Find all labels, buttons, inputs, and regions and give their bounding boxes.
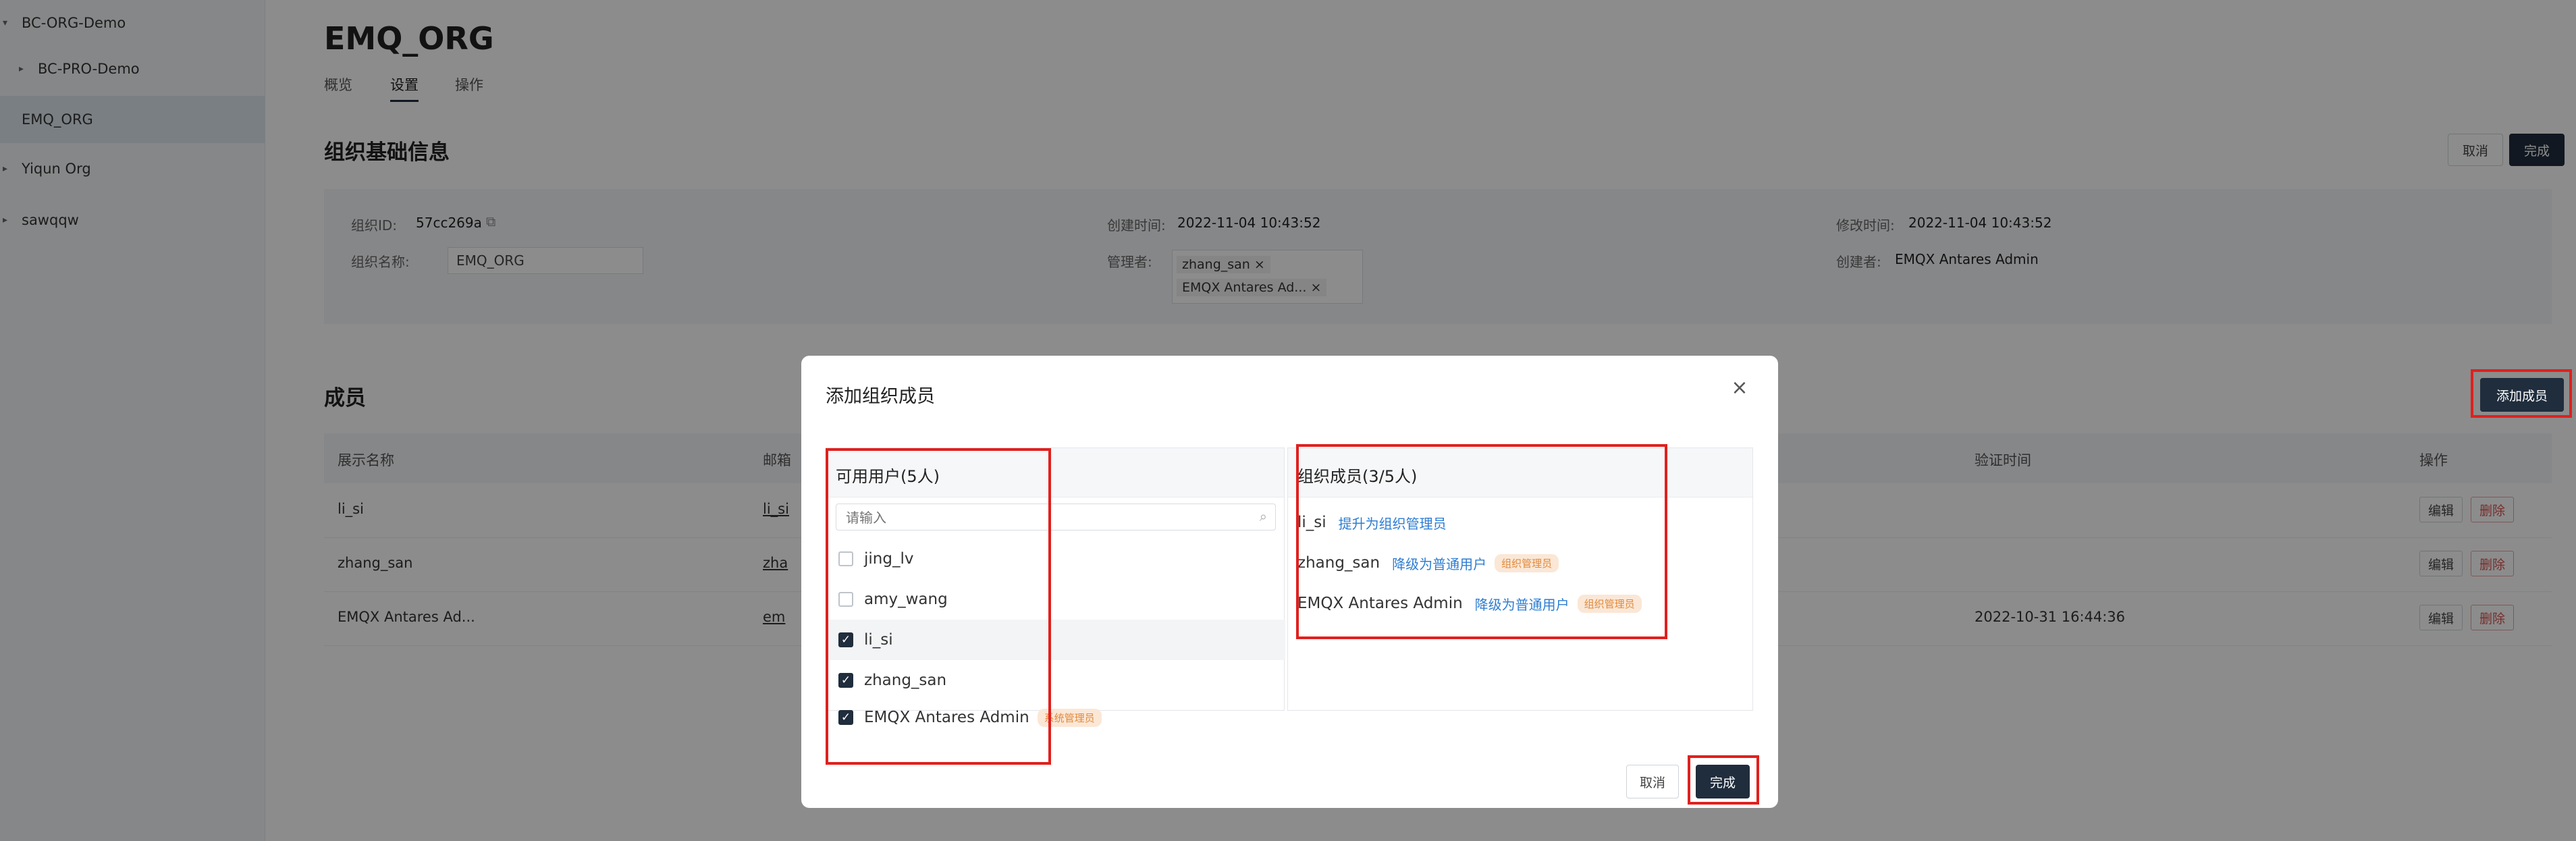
member-name: li_si bbox=[1297, 514, 1326, 531]
checkbox-checked[interactable]: ✓ bbox=[838, 710, 853, 725]
checkbox[interactable] bbox=[838, 592, 853, 607]
org-admin-badge: 组织管理员 bbox=[1577, 594, 1642, 613]
promote-link[interactable]: 提升为组织管理员 bbox=[1339, 513, 1447, 533]
user-row-jing-lv[interactable]: jing_lv bbox=[826, 539, 1285, 579]
panel-header: 可用用户(5人) bbox=[826, 448, 1284, 497]
user-search-box[interactable]: ⌕ bbox=[836, 504, 1276, 531]
dialog-done-button[interactable]: 完成 bbox=[1696, 765, 1750, 798]
panel-header: 组织成员(3/5人) bbox=[1288, 448, 1752, 497]
system-admin-badge: 系统管理员 bbox=[1037, 708, 1102, 727]
dialog-cancel-button[interactable]: 取消 bbox=[1626, 765, 1679, 798]
user-search-input[interactable] bbox=[844, 508, 1252, 527]
add-member-dialog: 添加组织成员 × 可用用户(5人) ⌕ jing_lv amy_wang ✓ l… bbox=[801, 356, 1778, 808]
member-name: zhang_san bbox=[1297, 554, 1380, 572]
user-name: amy_wang bbox=[864, 591, 948, 608]
checkbox-checked[interactable]: ✓ bbox=[838, 673, 853, 688]
add-member-button-highlighted[interactable]: 添加成员 bbox=[2480, 378, 2564, 412]
member-row-li-si: li_si 提升为组织管理员 bbox=[1288, 502, 1447, 543]
demote-link[interactable]: 降级为普通用户 bbox=[1475, 594, 1569, 614]
member-row-emqx-admin: EMQX Antares Admin 降级为普通用户 组织管理员 bbox=[1288, 583, 1642, 624]
user-name: EMQX Antares Admin bbox=[864, 709, 1029, 726]
member-name: EMQX Antares Admin bbox=[1297, 595, 1463, 612]
user-row-amy-wang[interactable]: amy_wang bbox=[826, 579, 1285, 620]
org-members-panel: 组织成员(3/5人) li_si 提升为组织管理员 zhang_san 降级为普… bbox=[1287, 447, 1753, 711]
user-name: zhang_san bbox=[864, 672, 947, 689]
checkbox-checked[interactable]: ✓ bbox=[838, 632, 853, 647]
search-icon: ⌕ bbox=[1259, 508, 1267, 524]
user-name: li_si bbox=[864, 631, 893, 649]
checkbox[interactable] bbox=[838, 551, 853, 566]
user-row-emqx-admin[interactable]: ✓ EMQX Antares Admin 系统管理员 bbox=[826, 701, 1285, 734]
close-icon[interactable]: × bbox=[1726, 375, 1753, 402]
dialog-title: 添加组织成员 bbox=[826, 386, 935, 407]
user-name: jing_lv bbox=[864, 550, 914, 568]
member-row-zhang-san: zhang_san 降级为普通用户 组织管理员 bbox=[1288, 543, 1559, 583]
available-users-panel: 可用用户(5人) ⌕ jing_lv amy_wang ✓ li_si ✓ zh… bbox=[826, 447, 1285, 727]
demote-link[interactable]: 降级为普通用户 bbox=[1392, 553, 1486, 573]
org-admin-badge: 组织管理员 bbox=[1495, 553, 1559, 572]
user-row-zhang-san[interactable]: ✓ zhang_san bbox=[826, 660, 1285, 701]
org-members-title: 组织成员(3/5人) bbox=[1297, 467, 1418, 486]
user-row-li-si[interactable]: ✓ li_si bbox=[826, 620, 1285, 660]
available-users-title: 可用用户(5人) bbox=[836, 467, 940, 486]
